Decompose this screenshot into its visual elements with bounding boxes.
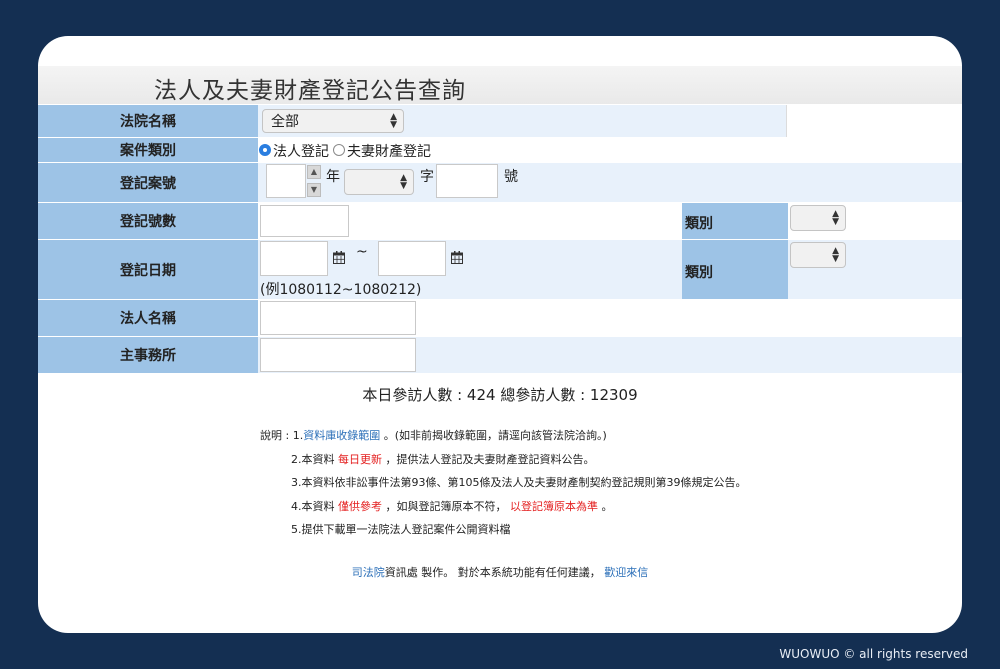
date-start-input[interactable] <box>260 241 328 276</box>
footer-text: 資訊處 製作。 對於本系統功能有任何建議， <box>384 566 605 579</box>
note-4: 4.本資料 僅供參考 ，如與登記簿原本不符， 以登記簿原本為準 。 <box>260 495 746 519</box>
number-input[interactable] <box>436 164 498 198</box>
notes-prefix: 說明 : <box>260 429 293 442</box>
word-select[interactable]: ▲ ▼ <box>344 169 414 195</box>
reg-date-category-select[interactable]: ▲ ▼ <box>790 242 846 268</box>
radio-spousal-label: 夫妻財產登記 <box>347 144 431 160</box>
case-type-value-cell: 法人登記 夫妻財產登記 <box>258 138 962 162</box>
reg-count-category-label: 類別 <box>682 203 788 239</box>
note-4-highlight-2: 以登記簿原本為準 <box>510 499 598 513</box>
office-value-cell <box>258 337 962 373</box>
radio-corporate-label: 法人登記 <box>273 144 329 160</box>
date-example: (例1080112~1080212) <box>260 282 422 298</box>
note-5[interactable]: 5.提供下載單一法院法人登記案件公開資料檔 <box>260 518 746 542</box>
corp-name-row: 法人名稱 <box>38 299 962 336</box>
note-1: 說明 : 1.資料庫收錄範圍 。(如非前揭收錄範圍，請逕向該管法院洽詢。) <box>260 424 746 448</box>
number-unit: 號 <box>504 169 518 185</box>
year-input[interactable] <box>266 164 306 198</box>
copyright: WUOWUO © all rights reserved <box>779 647 968 661</box>
coverage-link[interactable]: 資料庫收錄範圍 <box>303 429 380 442</box>
corp-name-input[interactable] <box>260 301 416 335</box>
notes-section: 說明 : 1.資料庫收錄範圍 。(如非前揭收錄範圍，請逕向該管法院洽詢。) 2.… <box>260 424 746 542</box>
reg-date-category-label: 類別 <box>682 240 788 299</box>
reg-count-row: 登記號數 類別 ▲ ▼ <box>38 202 962 239</box>
case-type-label: 案件類別 <box>38 138 258 162</box>
reg-no-row: 登記案號 ▲ ▼ 年 ▲ ▼ 字 號 <box>38 162 962 202</box>
reg-count-input[interactable] <box>260 205 349 237</box>
main-card: 法人及夫妻財產登記公告查詢 法院名稱 全部 ▲ ▼ 案件類別 法人登記 夫妻財產登… <box>38 36 962 633</box>
reg-date-label: 登記日期 <box>38 240 258 299</box>
office-input[interactable] <box>260 338 416 372</box>
select-arrows-icon: ▲ ▼ <box>832 209 839 227</box>
case-type-row: 案件類別 法人登記 夫妻財產登記 <box>38 137 962 162</box>
reg-date-row: 登記日期 ~ (例1080112~1080212) 類別 ▲ ▼ <box>38 239 962 299</box>
note-3: 3.本資料依非訟事件法第93條、第105條及法人及夫妻財產制契約登記規則第39條… <box>291 476 747 489</box>
select-arrows-icon: ▲ ▼ <box>832 246 839 264</box>
date-end-input[interactable] <box>378 241 446 276</box>
court-row: 法院名稱 全部 ▲ ▼ <box>38 104 962 137</box>
word-unit: 字 <box>420 169 434 185</box>
office-label: 主事務所 <box>38 337 258 373</box>
note-4-text-b: ，如與登記簿原本不符， <box>382 499 510 513</box>
court-select-value: 全部 <box>271 114 299 130</box>
reg-date-value-cell: ~ (例1080112~1080212) 類別 ▲ ▼ <box>258 240 962 299</box>
court-row-spacer <box>786 105 962 137</box>
select-arrows-icon: ▲ ▼ <box>390 112 397 130</box>
reg-no-label: 登記案號 <box>38 163 258 202</box>
visitor-counter: 本日參訪人數 : 424 總參訪人數 : 12309 <box>362 386 638 404</box>
note-2-highlight: 每日更新 <box>338 452 382 466</box>
note-4-text-a: 4.本資料 <box>291 499 338 513</box>
year-up-icon[interactable]: ▲ <box>307 165 321 179</box>
reg-count-category-select[interactable]: ▲ ▼ <box>790 205 846 231</box>
calendar-start-icon[interactable] <box>333 251 345 264</box>
contact-link[interactable]: 歡迎來信 <box>604 566 648 579</box>
note-2-text-b: ，提供法人登記及夫妻財產登記資料公告。 <box>382 452 595 466</box>
reg-no-value-cell: ▲ ▼ 年 ▲ ▼ 字 號 <box>258 163 962 202</box>
note-4-text-c: 。 <box>598 499 613 513</box>
page-title: 法人及夫妻財產登記公告查詢 <box>154 78 466 104</box>
court-label: 法院名稱 <box>38 105 258 137</box>
court-value-cell: 全部 ▲ ▼ <box>258 105 962 137</box>
reg-count-label: 登記號數 <box>38 203 258 239</box>
note-2-text-a: 2.本資料 <box>291 452 338 466</box>
court-select[interactable]: 全部 ▲ ▼ <box>262 109 404 133</box>
radio-corporate[interactable] <box>259 144 271 156</box>
note-4-highlight-1: 僅供參考 <box>338 499 382 513</box>
note-2: 2.本資料 每日更新 ，提供法人登記及夫妻財產登記資料公告。 <box>260 448 746 472</box>
judicial-yuan-link[interactable]: 司法院 <box>352 566 385 579</box>
footer: 司法院資訊處 製作。 對於本系統功能有任何建議， 歡迎來信 <box>38 564 962 580</box>
calendar-end-icon[interactable] <box>451 251 463 264</box>
radio-spousal[interactable] <box>333 144 345 156</box>
year-unit: 年 <box>326 169 340 185</box>
year-down-icon[interactable]: ▼ <box>307 183 321 197</box>
corp-name-label: 法人名稱 <box>38 300 258 336</box>
office-row: 主事務所 <box>38 336 962 373</box>
date-separator: ~ <box>356 244 368 260</box>
note-1-text: 。(如非前揭收錄範圍，請逕向該管法院洽詢。) <box>380 429 607 442</box>
corp-name-value-cell <box>258 300 962 336</box>
reg-count-value-cell: 類別 ▲ ▼ <box>258 203 962 239</box>
note-1-number: 1. <box>292 429 304 442</box>
select-arrows-icon: ▲ ▼ <box>400 173 407 191</box>
